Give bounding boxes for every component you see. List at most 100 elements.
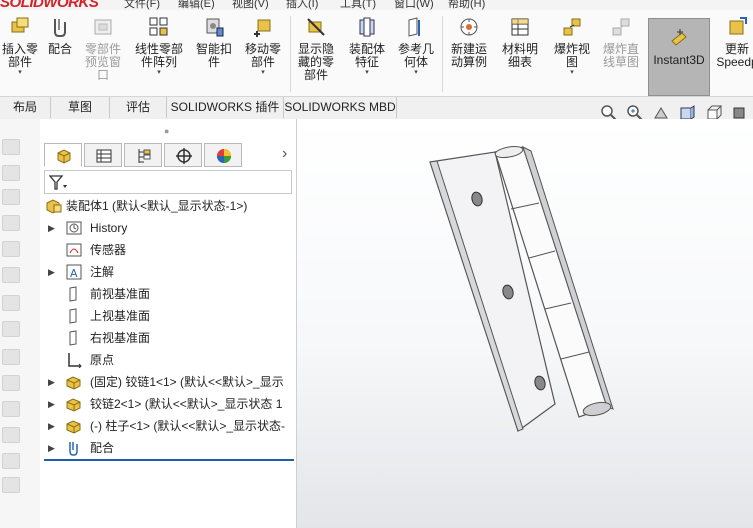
- smart-fasteners-button[interactable]: 智能扣 件: [192, 16, 236, 69]
- update-speedpak-icon: [729, 17, 747, 35]
- move-component-icon: [254, 19, 271, 37]
- instant3d-button[interactable]: Instant3D: [648, 18, 710, 96]
- plane-icon: [69, 330, 77, 346]
- property-manager-tab[interactable]: [84, 143, 122, 167]
- chevron-down-icon: ▾: [414, 69, 418, 76]
- linear-pattern-button[interactable]: 线性零部 件阵列 ▾: [130, 16, 188, 77]
- strip-tool-icon[interactable]: [2, 215, 20, 231]
- new-motion-study-button[interactable]: 新建运 动算例: [446, 16, 492, 69]
- configuration-manager-icon: [138, 149, 151, 163]
- strip-tool-icon[interactable]: [2, 139, 20, 155]
- menu-view[interactable]: 视图(V): [232, 0, 269, 10]
- strip-tool-icon[interactable]: [2, 427, 20, 443]
- strip-tool-icon[interactable]: [2, 241, 20, 257]
- menu-help[interactable]: 帮助(H): [448, 0, 485, 10]
- strip-tool-icon[interactable]: [2, 189, 20, 205]
- update-speedpak-button[interactable]: 更新 Speedp: [714, 16, 753, 69]
- tree-item-origin[interactable]: 原点: [44, 350, 294, 370]
- chevron-down-icon: ▾: [157, 69, 161, 76]
- ribbon-separator: [290, 16, 291, 92]
- tree-item-pillar[interactable]: ▶ (-) 柱子<1> (默认<<默认>_显示状态-: [44, 416, 294, 436]
- menu-window[interactable]: 窗口(W): [394, 0, 434, 10]
- component-preview-button[interactable]: 零部件 预览窗 口: [80, 16, 126, 82]
- filter-icon: [49, 175, 67, 190]
- tree-item-hinge2[interactable]: ▶ 铰链2<1> (默认<<默认>_显示状态 1: [44, 394, 294, 414]
- menu-tools[interactable]: 工具(T): [340, 0, 376, 10]
- tab-evaluate[interactable]: 评估: [110, 97, 167, 118]
- bill-of-materials-button[interactable]: 材料明 细表: [498, 16, 542, 69]
- assembly-features-button[interactable]: 装配体 特征 ▾: [344, 16, 390, 77]
- exploded-view-icon: [563, 18, 581, 36]
- menu-edit[interactable]: 编辑(E): [178, 0, 215, 10]
- tree-rollback-bar[interactable]: [44, 459, 294, 461]
- strip-tool-icon[interactable]: [2, 477, 20, 493]
- tree-item-top-plane[interactable]: 上视基准面: [44, 306, 294, 326]
- new-motion-study-icon: [460, 18, 478, 36]
- strip-tool-icon[interactable]: [2, 453, 20, 469]
- insert-component-icon: [11, 17, 29, 33]
- tree-item-history[interactable]: ▶ History: [44, 218, 294, 238]
- tree-item-right-plane[interactable]: 右视基准面: [44, 328, 294, 348]
- strip-tool-icon[interactable]: [2, 267, 20, 283]
- tree-item-sensors[interactable]: 传感器: [44, 240, 294, 260]
- svg-text:A: A: [70, 267, 78, 280]
- strip-tool-icon[interactable]: [2, 401, 20, 417]
- expand-arrow-icon[interactable]: ▶: [48, 394, 55, 414]
- menubar: SOLIDWORKS 文件(F) 编辑(E) 视图(V) 插入(I) 工具(T)…: [0, 0, 753, 10]
- manager-tabs-more-arrow[interactable]: ›: [282, 145, 287, 163]
- assembly-features-icon: [359, 17, 375, 37]
- left-command-strip: [0, 119, 41, 528]
- explode-line-sketch-button[interactable]: 爆炸直 线草图: [598, 16, 644, 69]
- show-hidden-components-button[interactable]: 显示隐 藏的零 部件: [294, 16, 338, 82]
- insert-component-button[interactable]: 插入零 部件 ▾: [0, 16, 40, 77]
- hinge-3d-model[interactable]: [297, 119, 753, 528]
- tree-item-front-plane[interactable]: 前视基准面: [44, 284, 294, 304]
- feature-manager-tab[interactable]: [44, 143, 82, 167]
- reference-geometry-button[interactable]: 参考几 何体 ▾: [394, 16, 438, 77]
- move-component-button[interactable]: 移动零 部件 ▾: [240, 16, 286, 77]
- expand-arrow-icon[interactable]: ▶: [48, 438, 55, 458]
- mate-button[interactable]: 配合: [44, 16, 76, 56]
- feature-tree-filter[interactable]: [44, 170, 292, 194]
- exploded-view-button[interactable]: 爆炸视 图 ▾: [550, 16, 594, 77]
- tab-sketch[interactable]: 草图: [51, 97, 110, 118]
- part-icon: [66, 376, 81, 390]
- tab-solidworks-addins[interactable]: SOLIDWORKS 插件: [167, 97, 284, 118]
- tab-layout[interactable]: 布局: [0, 97, 51, 118]
- tree-item-hinge1[interactable]: ▶ (固定) 铰链1<1> (默认<<默认>_显示: [44, 372, 294, 392]
- instant3d-icon: [671, 29, 687, 46]
- part-icon: [66, 398, 81, 412]
- mates-icon: [69, 442, 78, 456]
- explode-line-sketch-icon: [612, 18, 630, 36]
- strip-tool-icon[interactable]: [2, 165, 20, 181]
- bom-icon: [511, 18, 529, 36]
- property-manager-icon: [96, 149, 112, 163]
- display-manager-tab[interactable]: [204, 143, 242, 167]
- tree-item-assembly-root[interactable]: 装配体1 (默认<默认_显示状态-1>): [44, 196, 294, 216]
- history-icon: [66, 221, 82, 235]
- tab-solidworks-mbd[interactable]: SOLIDWORKS MBD: [284, 97, 397, 118]
- linear-pattern-icon: [149, 17, 168, 36]
- dimxpert-manager-tab[interactable]: [164, 143, 202, 167]
- plane-icon: [69, 286, 77, 302]
- configuration-manager-tab[interactable]: [124, 143, 162, 167]
- strip-tool-icon[interactable]: [2, 375, 20, 391]
- strip-tool-icon[interactable]: [2, 321, 20, 337]
- chevron-down-icon: ▾: [570, 69, 574, 76]
- panel-splitter-handle[interactable]: ●: [164, 126, 169, 136]
- component-preview-icon: [94, 19, 112, 35]
- menu-insert[interactable]: 插入(I): [286, 0, 318, 10]
- solidworks-logo: SOLIDWORKS: [0, 0, 99, 10]
- tree-item-mates[interactable]: ▶ 配合: [44, 438, 294, 458]
- tree-item-annotations[interactable]: ▶ A 注解: [44, 262, 294, 282]
- strip-tool-icon[interactable]: [2, 295, 20, 311]
- strip-tool-icon[interactable]: [2, 349, 20, 365]
- menu-file[interactable]: 文件(F): [124, 0, 160, 10]
- expand-arrow-icon[interactable]: ▶: [48, 372, 55, 392]
- expand-arrow-icon[interactable]: ▶: [48, 416, 55, 436]
- expand-arrow-icon[interactable]: ▶: [48, 218, 55, 238]
- annotation-icon: A: [66, 264, 82, 280]
- expand-arrow-icon[interactable]: ▶: [48, 262, 55, 282]
- graphics-viewport[interactable]: [297, 119, 753, 528]
- part-icon: [66, 420, 81, 434]
